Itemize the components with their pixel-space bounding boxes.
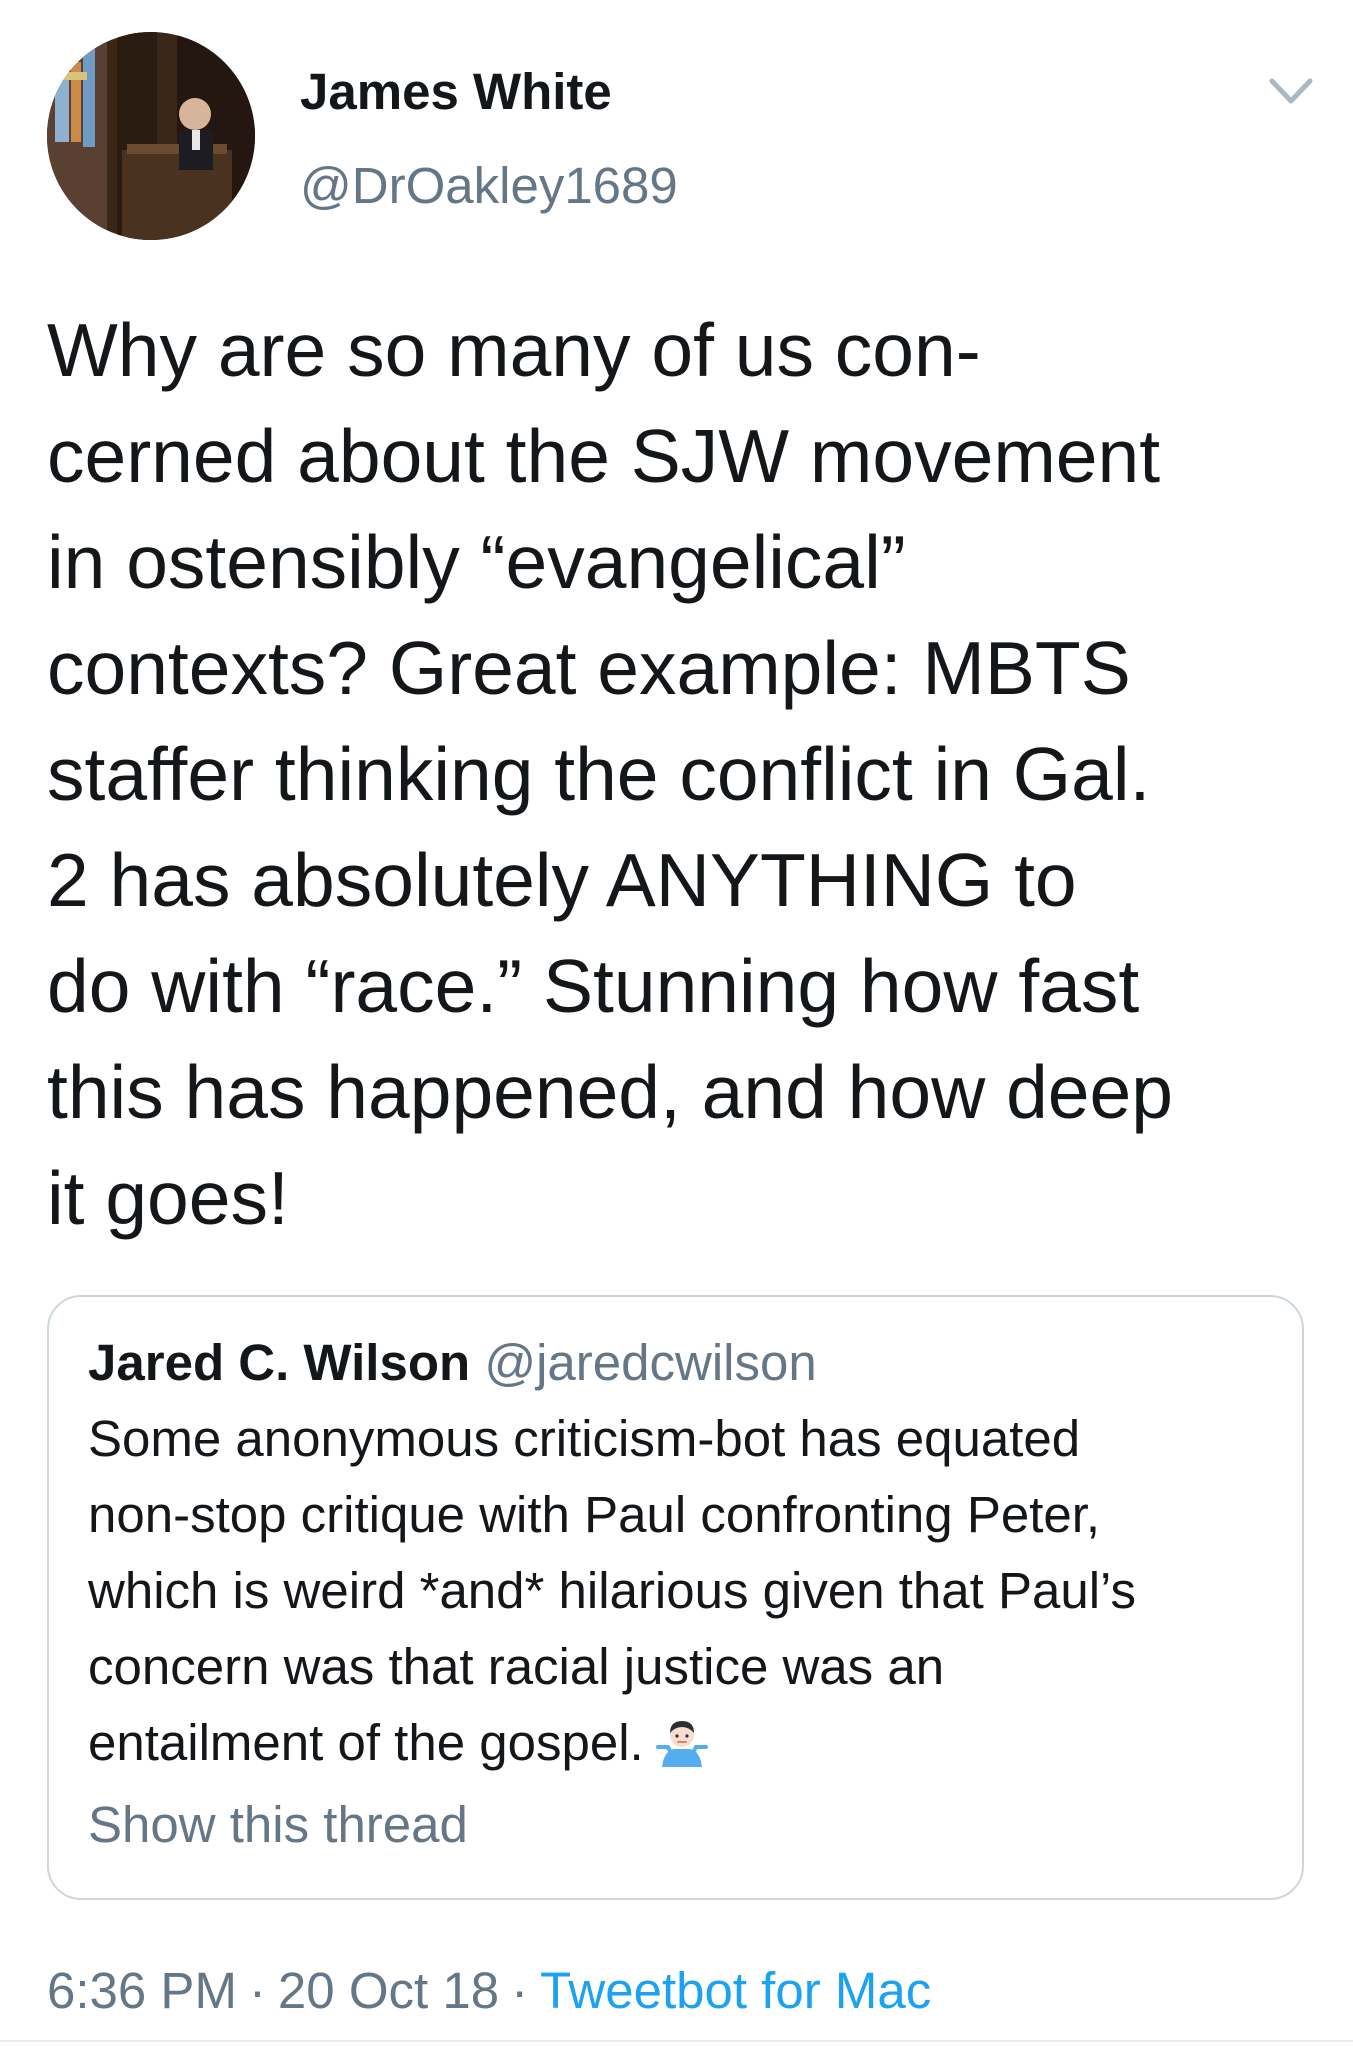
quoted-text-line: Some anonymous criticism-bot has equated <box>88 1410 1081 1467</box>
meta-separator: · <box>248 1962 266 2019</box>
tweet-text-line: in ostensibly “evangelical” <box>47 520 906 604</box>
tweet-time[interactable]: 6:36 PM <box>47 1962 237 2019</box>
tweet-date[interactable]: 20 Oct 18 <box>278 1962 499 2019</box>
show-thread-link[interactable]: Show this thread <box>88 1789 468 1861</box>
quoted-author-name: Jared C. Wilson <box>88 1334 471 1391</box>
quoted-tweet-text: Some anonymous criticism-bot has equated… <box>88 1401 1136 1781</box>
quoted-tweet-card[interactable]: Jared C. Wilson @jaredcwilson Some anony… <box>47 1295 1304 1900</box>
quoted-text-line: concern was that racial justice was an <box>88 1638 945 1695</box>
tweet-text-line: staffer thinking the conflict in Gal. <box>47 732 1151 816</box>
quoted-text-line-last: entailment of the gospel. <box>88 1705 1136 1781</box>
person-shrugging-icon <box>655 1720 708 1767</box>
tweet-text-line: this has happened, and how deep <box>47 1050 1173 1134</box>
author-name[interactable]: James White <box>300 60 612 124</box>
tweet-meta: 6:36 PM · 20 Oct 18 · Tweetbot for Mac <box>47 1955 931 2027</box>
avatar[interactable] <box>47 32 255 240</box>
avatar-image <box>47 32 255 240</box>
tweet-text-line: cerned about the SJW movement <box>47 414 1161 498</box>
tweet-text-line: do with “race.” Stunning how fast <box>47 944 1140 1028</box>
tweet-text-line: 2 has absolutely ANYTHING to <box>47 838 1077 922</box>
quoted-text-line: which is weird *and* hilarious given tha… <box>88 1562 1136 1619</box>
author-handle[interactable]: @DrOakley1689 <box>300 154 678 218</box>
chevron-down-icon[interactable] <box>1266 73 1316 109</box>
quoted-tweet-header: Jared C. Wilson @jaredcwilson <box>88 1327 817 1399</box>
quoted-text-line: entailment of the gospel. <box>88 1714 644 1771</box>
tweet-source-link[interactable]: Tweetbot for Mac <box>540 1962 931 2019</box>
tweet-text-line: contexts? Great example: MBTS <box>47 626 1131 710</box>
meta-separator: · <box>511 1962 529 2019</box>
tweet-text-line: it goes! <box>47 1156 289 1240</box>
tweet-text: Why are so many of us con- cerned about … <box>47 297 1337 1251</box>
tweet-text-line: Why are so many of us con- <box>47 308 981 392</box>
quoted-author-handle: @jaredcwilson <box>484 1334 817 1391</box>
quoted-text-line: non-stop critique with Paul confronting … <box>88 1486 1101 1543</box>
divider <box>0 2040 1353 2042</box>
